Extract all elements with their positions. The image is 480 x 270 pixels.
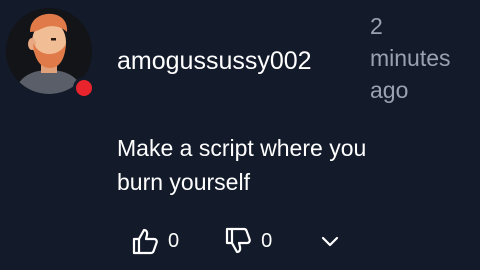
comment-text-line: burn yourself	[117, 169, 250, 195]
like-count: 0	[168, 229, 180, 252]
comment-actions: 0 0	[131, 224, 341, 258]
comment-body: Make a script where you burn yourself	[117, 131, 437, 199]
avatar[interactable]	[6, 8, 92, 96]
comment-timestamp: 2 minutes ago	[370, 10, 476, 106]
dislike-count: 0	[261, 229, 273, 252]
comment-card: amogussussy002 2 minutes ago Make a scri…	[0, 0, 480, 270]
chevron-down-icon	[322, 236, 339, 247]
timestamp-line: minutes	[370, 45, 451, 71]
expand-replies-button[interactable]	[319, 224, 341, 258]
timestamp-line: ago	[370, 77, 409, 103]
like-button[interactable]: 0	[131, 224, 179, 258]
dislike-button[interactable]: 0	[224, 224, 272, 258]
comment-text-line: Make a script where you	[117, 135, 367, 161]
thumbs-up-icon	[132, 228, 158, 255]
comment-author-name[interactable]: amogussussy002	[117, 46, 312, 76]
thumbs-down-icon	[226, 227, 251, 254]
status-indicator	[76, 80, 92, 96]
timestamp-line: 2	[370, 13, 383, 39]
